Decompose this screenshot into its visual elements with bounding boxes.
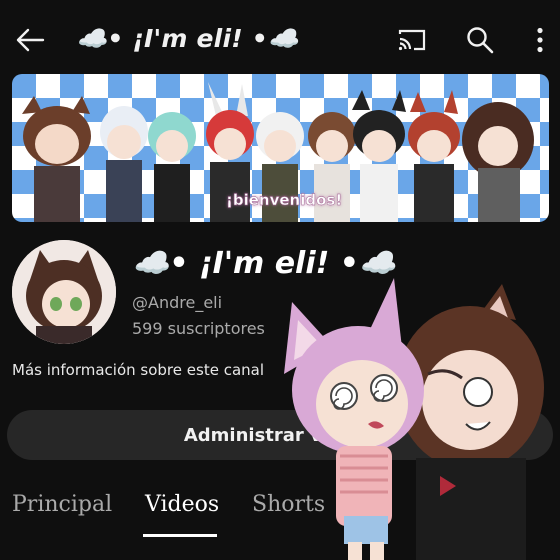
top-app-bar: ☁️• ¡I'm eli! •☁️ <box>0 0 560 80</box>
cast-icon <box>398 29 426 51</box>
more-info-link[interactable]: Más información sobre este canal <box>12 361 264 379</box>
tab-shorts[interactable]: Shorts <box>252 492 325 517</box>
channel-name: ☁️• ¡I'm eli! •☁️ <box>132 246 397 281</box>
tab-principal[interactable]: Principal <box>12 492 112 517</box>
avatar[interactable] <box>12 240 116 344</box>
avatar-image <box>12 240 116 344</box>
back-arrow-icon <box>16 28 45 52</box>
search-button[interactable] <box>460 22 500 58</box>
channel-tabs: Principal Videos Shorts <box>0 478 560 538</box>
active-tab-indicator <box>143 534 217 537</box>
channel-handle: @Andre_eli <box>132 293 223 312</box>
cast-button[interactable] <box>392 22 432 58</box>
subscriber-count: 599 suscriptores <box>132 319 265 338</box>
manage-videos-button[interactable]: Administrar videos <box>7 410 553 460</box>
tab-videos[interactable]: Videos <box>145 492 219 517</box>
more-options-button[interactable] <box>520 22 560 58</box>
top-channel-title: ☁️• ¡I'm eli! •☁️ <box>76 24 300 53</box>
banner-caption: ¡bienvenidos! <box>226 191 343 209</box>
back-button[interactable] <box>10 22 50 58</box>
channel-banner: ¡bienvenidos! <box>12 74 549 222</box>
more-vert-icon <box>537 27 543 53</box>
search-icon <box>467 27 494 54</box>
